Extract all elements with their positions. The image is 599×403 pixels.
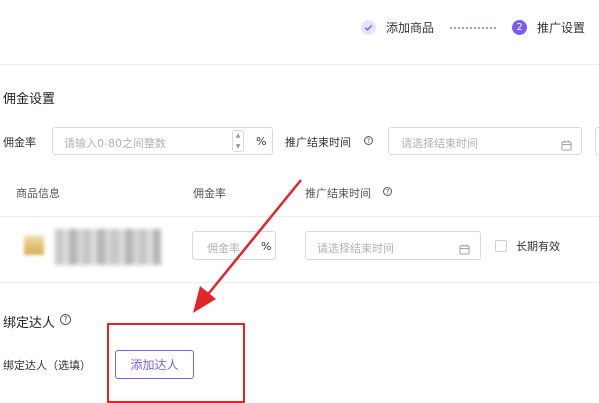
rate-input-placeholder: 请输入0-80之间整数	[64, 137, 166, 150]
stepper-up-icon[interactable]: ▲	[236, 132, 241, 139]
bind-help-icon[interactable]: ?	[60, 314, 71, 325]
end-time-label: 推广结束时间	[285, 136, 351, 149]
annotation-highlight-box	[107, 323, 245, 403]
stepper-down-icon[interactable]: ▼	[236, 143, 241, 150]
table-header-rate: 佣金率	[193, 187, 226, 200]
row-rate-unit: %	[261, 240, 272, 253]
rate-input[interactable]: 请输入0-80之间整数 ▲ ▼ %	[52, 127, 273, 155]
table-header-product: 商品信息	[16, 187, 60, 200]
commission-section-title: 佣金设置	[3, 92, 56, 107]
row-end-time-placeholder: 请选择结束时间	[317, 242, 394, 255]
header-divider	[0, 64, 599, 65]
bind-section-title: 绑定达人	[3, 316, 56, 331]
rate-stepper[interactable]: ▲ ▼	[232, 130, 244, 152]
row-calendar-icon[interactable]	[459, 240, 470, 259]
table-end-time-help-icon[interactable]: ?	[383, 187, 392, 196]
bind-label: 绑定达人（选填）	[3, 359, 91, 372]
row-rate-input[interactable]: 佣金率 %	[192, 231, 276, 260]
product-info-blurred	[55, 229, 161, 265]
table-row-divider	[0, 282, 599, 283]
row-end-time-input[interactable]: 请选择结束时间	[305, 231, 481, 260]
step-label-promotion: 推广设置	[537, 21, 586, 35]
table-header-divider	[0, 216, 599, 217]
step-connector	[450, 27, 496, 29]
partial-checkbox-edge	[595, 127, 599, 155]
rate-unit: %	[256, 135, 267, 148]
product-thumbnail	[24, 235, 44, 255]
annotation-arrow-icon	[193, 179, 302, 313]
row-rate-placeholder: 佣金率	[207, 242, 240, 255]
step-number-badge: 2	[512, 20, 527, 35]
rate-label: 佣金率	[3, 136, 36, 149]
end-time-input[interactable]: 请选择结束时间	[388, 127, 582, 155]
step-done-icon	[361, 20, 376, 35]
table-header-end-time: 推广结束时间	[305, 187, 371, 200]
long-term-label: 长期有效	[516, 240, 560, 253]
end-time-placeholder: 请选择结束时间	[401, 137, 478, 150]
end-time-help-icon[interactable]: ?	[364, 136, 373, 145]
calendar-icon[interactable]	[561, 136, 572, 155]
step-label-add-product: 添加商品	[386, 21, 435, 35]
check-icon	[364, 24, 373, 31]
long-term-checkbox[interactable]	[495, 240, 507, 252]
